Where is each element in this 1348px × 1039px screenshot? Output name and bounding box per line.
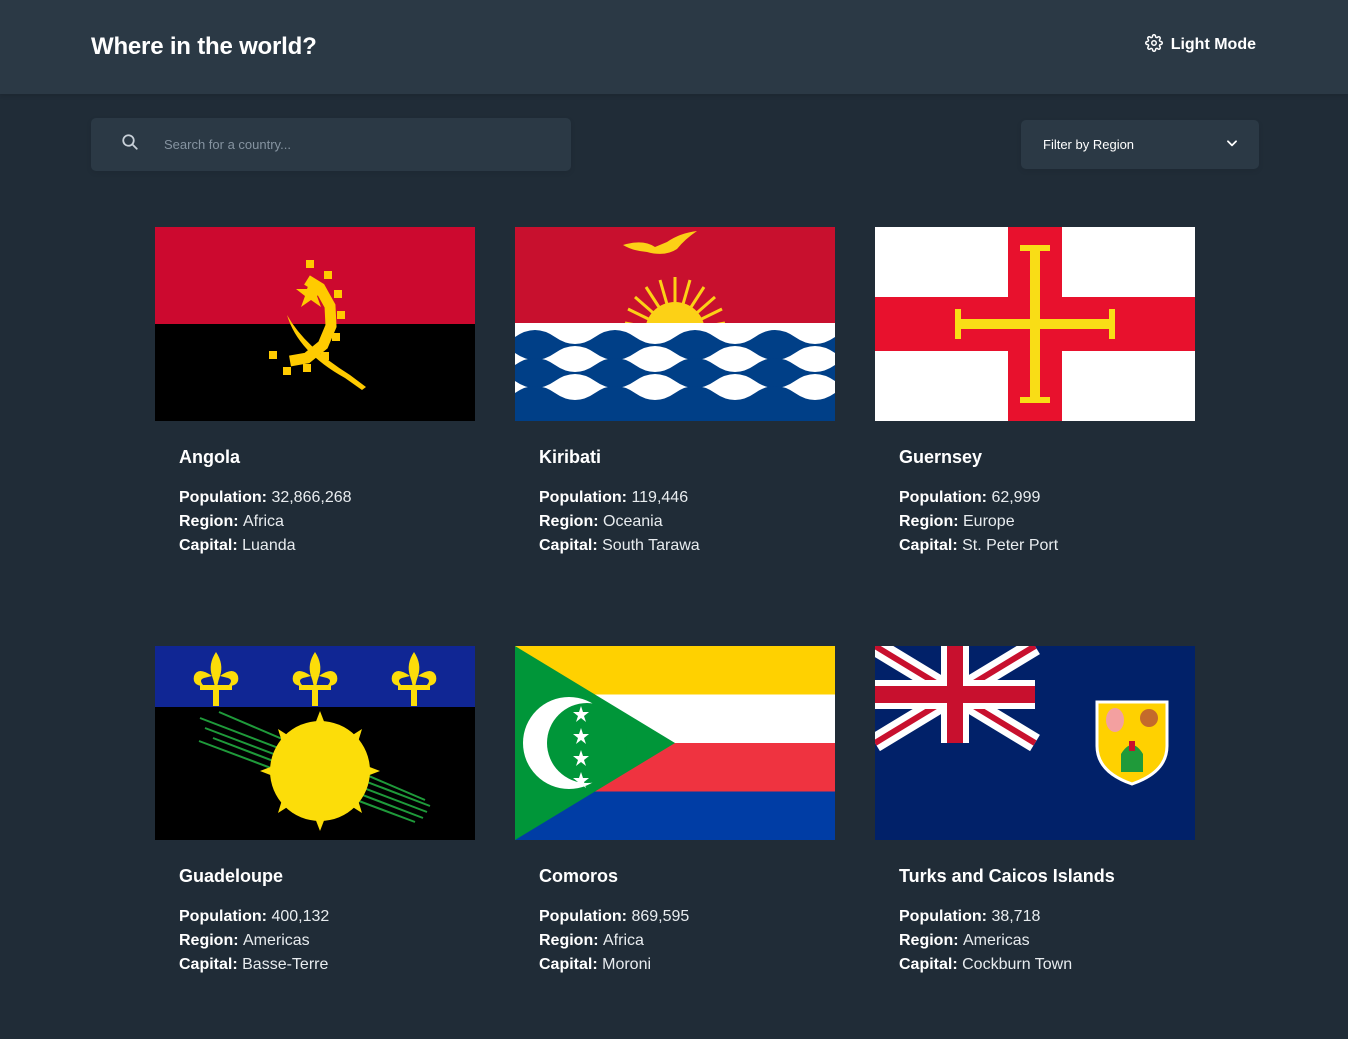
population-value: 869,595 [631,908,690,925]
country-name: Guernsey [899,447,983,467]
card-body: Angola Population: 32,866,268 Region: Af… [155,421,475,558]
gear-icon [1144,33,1163,57]
population-value: 38,718 [991,908,1041,925]
country-name: Guadeloupe [179,866,284,886]
region-label: Region: [179,932,239,949]
guernsey-flag [875,227,1195,421]
population-label: Population: [899,489,987,506]
country-card[interactable]: Guadeloupe Population: 400,132 Region: A… [155,646,475,1020]
capital-row: Capital: St. Peter Port [899,534,1171,558]
population-row: Population: 38,718 [899,905,1171,929]
population-row: Population: 32,866,268 [179,486,451,510]
region-row: Region: Africa [179,510,451,534]
population-row: Population: 62,999 [899,486,1171,510]
country-card[interactable]: Turks and Caicos Islands Population: 38,… [875,646,1195,1020]
region-filter-dropdown[interactable]: Filter by Region [1021,120,1259,169]
region-filter-label: Filter by Region [1043,137,1135,152]
capital-value: South Tarawa [602,537,700,554]
capital-row: Capital: Luanda [179,534,451,558]
capital-label: Capital: [179,956,238,973]
population-label: Population: [179,908,267,925]
country-name: Turks and Caicos Islands [899,866,1115,886]
region-label: Region: [539,932,599,949]
card-body: Guadeloupe Population: 400,132 Region: A… [155,840,475,977]
capital-value: St. Peter Port [962,537,1059,554]
capital-label: Capital: [539,537,598,554]
population-label: Population: [539,908,627,925]
search-icon [121,133,139,156]
app-header: Where in the world? Light Mode [0,0,1348,94]
region-value: Europe [963,513,1015,530]
region-row: Region: Oceania [539,510,811,534]
capital-value: Moroni [602,956,652,973]
population-label: Population: [899,908,987,925]
population-row: Population: 400,132 [179,905,451,929]
population-row: Population: 869,595 [539,905,811,929]
card-body: Turks and Caicos Islands Population: 38,… [875,840,1195,977]
region-row: Region: Africa [539,929,811,953]
population-row: Population: 119,446 [539,486,811,510]
kiribati-flag [515,227,835,421]
region-label: Region: [899,932,959,949]
capital-row: Capital: South Tarawa [539,534,811,558]
region-value: Americas [963,932,1030,949]
capital-label: Capital: [539,956,598,973]
capital-value: Luanda [242,537,296,554]
country-card[interactable]: Kiribati Population: 119,446 Region: Oce… [515,227,835,601]
country-name: Comoros [539,866,619,886]
country-card[interactable]: Guernsey Population: 62,999 Region: Euro… [875,227,1195,601]
region-value: Africa [243,513,284,530]
country-name: Angola [179,447,240,467]
chevron-down-icon [1225,136,1239,153]
controls-bar: Filter by Region [0,94,1348,171]
population-value: 62,999 [991,489,1041,506]
angola-flag [155,227,475,421]
capital-row: Capital: Basse-Terre [179,953,451,977]
region-value: Africa [603,932,644,949]
country-card[interactable]: Angola Population: 32,866,268 Region: Af… [155,227,475,601]
population-label: Population: [179,489,267,506]
population-label: Population: [539,489,627,506]
capital-row: Capital: Cockburn Town [899,953,1171,977]
capital-value: Basse-Terre [242,956,329,973]
capital-label: Capital: [899,537,958,554]
region-row: Region: Americas [899,929,1171,953]
comoros-flag [515,646,835,840]
capital-row: Capital: Moroni [539,953,811,977]
region-label: Region: [179,513,239,530]
country-name: Kiribati [539,447,602,467]
capital-value: Cockburn Town [962,956,1073,973]
card-body: Comoros Population: 869,595 Region: Afri… [515,840,835,977]
card-body: Guernsey Population: 62,999 Region: Euro… [875,421,1195,558]
turks-and-caicos-flag [875,646,1195,840]
capital-label: Capital: [179,537,238,554]
population-value: 400,132 [271,908,330,925]
theme-toggle-label: Light Mode [1170,36,1256,53]
region-value: Oceania [603,513,663,530]
search-input[interactable] [139,118,571,171]
region-value: Americas [243,932,310,949]
guadeloupe-flag [155,646,475,840]
capital-label: Capital: [899,956,958,973]
population-value: 119,446 [631,489,689,506]
region-label: Region: [539,513,599,530]
country-grid: Angola Population: 32,866,268 Region: Af… [0,171,1348,1020]
region-label: Region: [899,513,959,530]
search-box[interactable] [91,118,571,171]
app-title: Where in the world? [91,33,317,60]
theme-toggle-button[interactable]: Light Mode [1144,33,1256,57]
country-card[interactable]: Comoros Population: 869,595 Region: Afri… [515,646,835,1020]
population-value: 32,866,268 [271,489,352,506]
region-row: Region: Americas [179,929,451,953]
region-row: Region: Europe [899,510,1171,534]
card-body: Kiribati Population: 119,446 Region: Oce… [515,421,835,558]
